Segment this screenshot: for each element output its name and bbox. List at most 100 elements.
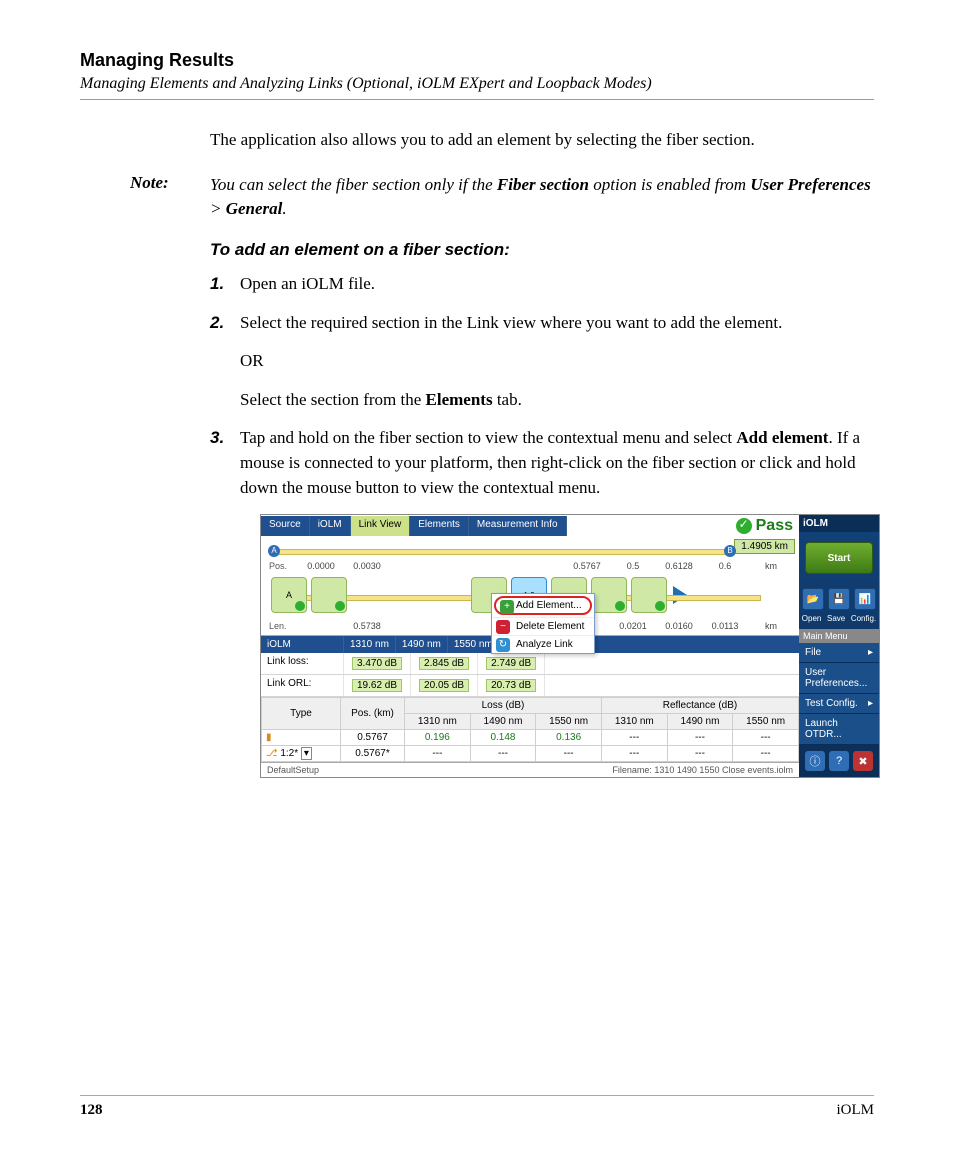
note-label: Note: — [80, 173, 210, 193]
note-text: You can select the fiber section only if… — [210, 173, 874, 222]
step-2-body: Select the required section in the Link … — [240, 311, 874, 336]
open-button[interactable]: 📂 — [802, 588, 824, 610]
element-node-4[interactable] — [591, 577, 627, 613]
step-2b-pre: Select the section from the — [240, 390, 426, 409]
menu-file[interactable]: File▸ — [799, 643, 879, 663]
r0-r2: --- — [667, 730, 733, 746]
r0-pos: 0.5767 — [341, 730, 405, 746]
note-post: . — [282, 199, 286, 218]
pass-label: Pass — [756, 517, 793, 535]
folder-icon: 📂 — [807, 594, 819, 605]
th-l-1310: 1310 nm — [405, 714, 471, 730]
save-button[interactable]: 💾 — [828, 588, 850, 610]
step-1: 1. Open an iOLM file. — [210, 272, 874, 297]
overview-slider[interactable]: A B — [273, 549, 731, 555]
dropdown-icon[interactable]: ▾ — [301, 747, 312, 760]
config-button[interactable]: 📊 — [854, 588, 876, 610]
note-block: Note: You can select the fiber section o… — [80, 173, 874, 222]
menu-launch-otdr[interactable]: Launch OTDR... — [799, 714, 879, 745]
tab-measurement-info[interactable]: Measurement Info — [469, 516, 567, 536]
pos-0: 0.0000 — [301, 561, 341, 571]
chevron-right-icon: ▸ — [868, 647, 873, 658]
info-button[interactable]: ⓘ — [805, 751, 825, 771]
open-label: Open — [802, 614, 822, 623]
element-node-start[interactable]: A — [271, 577, 307, 613]
context-add-element[interactable]: + Add Element... — [494, 596, 592, 615]
splitter-icon: ⎇ — [266, 748, 278, 759]
note-b1: Fiber section — [497, 175, 589, 194]
table-row[interactable]: ⎇ 1:2* ▾ 0.5767* --- --- --- --- --- --- — [262, 746, 799, 762]
tab-elements[interactable]: Elements — [410, 516, 469, 536]
procedure-title: To add an element on a fiber section: — [210, 240, 874, 260]
help-button[interactable]: ? — [829, 751, 849, 771]
step-2b-bold: Elements — [426, 390, 493, 409]
status-left: DefaultSetup — [267, 765, 319, 775]
note-b2: User Preferences — [750, 175, 870, 194]
page-footer: 128 iOLM — [80, 1095, 874, 1119]
menu-test-config[interactable]: Test Config.▸ — [799, 694, 879, 714]
step-2-num: 2. — [210, 311, 240, 336]
r1-r3: --- — [733, 746, 799, 762]
th-pos: Pos. (km) — [341, 698, 405, 730]
info-icon: ⓘ — [810, 753, 821, 769]
status-right: Filename: 1310 1490 1550 Close events.io… — [612, 765, 793, 775]
orl-1490: 20.05 dB — [419, 679, 469, 692]
save-label: Save — [827, 614, 845, 623]
step-1-body: Open an iOLM file. — [240, 272, 874, 297]
link-orl-row: Link ORL: 19.62 dB 20.05 dB 20.73 dB — [261, 675, 799, 697]
start-button[interactable]: Start — [805, 542, 873, 574]
r1-r1: --- — [601, 746, 667, 762]
r1-pos: 0.5767* — [341, 746, 405, 762]
context-delete-element[interactable]: − Delete Element — [492, 617, 594, 635]
close-icon: ✖ — [858, 755, 867, 768]
th-r-1310: 1310 nm — [601, 714, 667, 730]
wl-1490: 1490 nm — [396, 636, 448, 653]
ll-1310: 3.470 dB — [352, 657, 402, 670]
marker-a-icon[interactable]: A — [268, 545, 280, 557]
r1-l1: --- — [405, 746, 471, 762]
minus-icon: − — [496, 620, 510, 634]
note-text-pre: You can select the fiber section only if… — [210, 175, 497, 194]
step-2b-post: tab. — [493, 390, 522, 409]
element-node-1[interactable] — [311, 577, 347, 613]
len-4: 0.0201 — [613, 621, 653, 631]
page-number: 128 — [80, 1102, 103, 1119]
tab-bar: Source iOLM Link View Elements Measureme… — [261, 516, 567, 536]
r0-l1: 0.196 — [405, 730, 471, 746]
len-6: 0.0113 — [705, 621, 745, 631]
step-2: 2. Select the required section in the Li… — [210, 311, 874, 336]
r1-r2: --- — [667, 746, 733, 762]
th-l-1550: 1550 nm — [536, 714, 602, 730]
wl-1310: 1310 nm — [344, 636, 396, 653]
ll-1490: 2.845 dB — [419, 657, 469, 670]
refresh-icon: ↻ — [496, 638, 510, 652]
marker-b-icon[interactable]: B — [724, 545, 736, 557]
app-screenshot: Source iOLM Link View Elements Measureme… — [260, 514, 880, 778]
tab-source[interactable]: Source — [261, 516, 310, 536]
link-view-area: 1.4905 km A B Pos. 0.0000 0.0030 0.5767 … — [261, 537, 799, 635]
menu-user-preferences[interactable]: User Preferences... — [799, 663, 879, 694]
len-1: 0.5738 — [347, 621, 387, 631]
orl-1550: 20.73 dB — [486, 679, 536, 692]
table-row[interactable]: ▮ 0.5767 0.196 0.148 0.136 --- --- --- — [262, 730, 799, 746]
events-table: Type Pos. (km) Loss (dB) Reflectance (dB… — [261, 697, 799, 762]
main-menu-header: Main Menu — [799, 629, 879, 643]
th-loss: Loss (dB) — [405, 698, 602, 714]
status-bar: DefaultSetup Filename: 1310 1490 1550 Cl… — [261, 762, 799, 777]
save-icon: 💾 — [833, 594, 845, 605]
note-gt: > — [210, 199, 226, 218]
element-node-5[interactable] — [631, 577, 667, 613]
orl-1310: 19.62 dB — [352, 679, 402, 692]
tab-iolm[interactable]: iOLM — [310, 516, 351, 536]
close-button[interactable]: ✖ — [853, 751, 873, 771]
step-3-num: 3. — [210, 426, 240, 451]
tab-link-view[interactable]: Link View — [351, 516, 411, 536]
context-analyze-link[interactable]: ↻ Analyze Link — [492, 635, 594, 653]
pos-1: 0.0030 — [347, 561, 387, 571]
pos-2: 0.5767 — [567, 561, 607, 571]
note-b3: General — [226, 199, 283, 218]
pos-5: 0.6128 — [659, 561, 699, 571]
chart-icon: 📊 — [859, 594, 871, 605]
section-title: Managing Results — [80, 50, 874, 71]
pos-km: km — [751, 561, 791, 571]
